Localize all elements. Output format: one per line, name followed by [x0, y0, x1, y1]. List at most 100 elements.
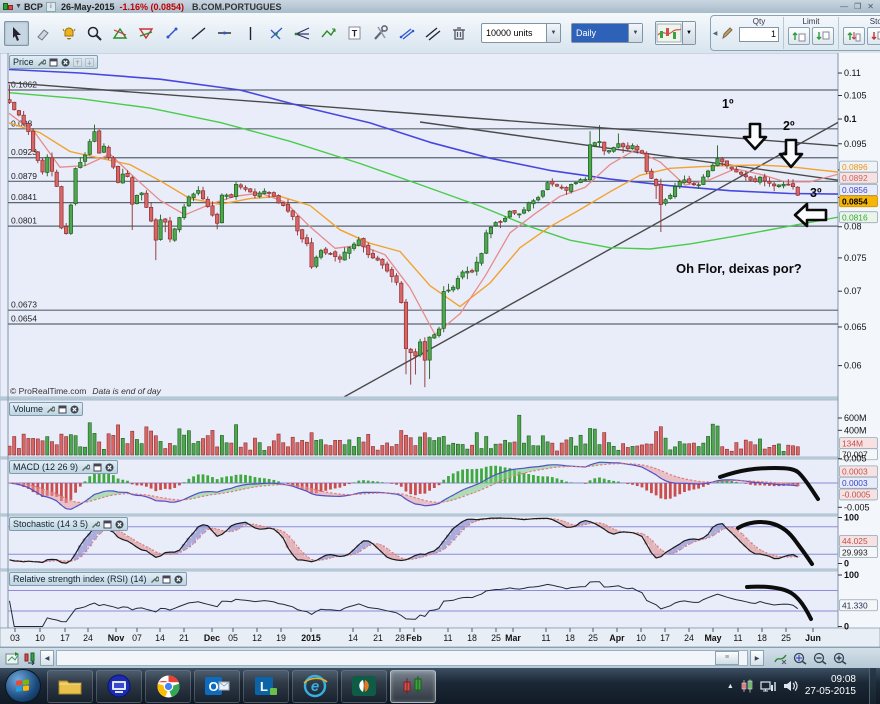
window-icon[interactable] — [103, 520, 112, 529]
start-button[interactable] — [5, 669, 41, 703]
svg-text:21: 21 — [373, 633, 383, 643]
zoom-area-icon — [87, 26, 102, 41]
scroll-right-button[interactable]: ▶ — [750, 650, 764, 666]
tool-pattern-bullish-button[interactable] — [108, 21, 133, 46]
chevron-down-icon[interactable]: ▼ — [546, 24, 560, 42]
close-pane-icon[interactable] — [115, 520, 124, 529]
restore-view-icon[interactable] — [4, 650, 20, 666]
close-pane-icon[interactable] — [70, 405, 79, 414]
svg-text:25: 25 — [781, 633, 791, 643]
taskbar-app-remote-desktop[interactable] — [96, 669, 142, 703]
tool-horizontal-line-button[interactable] — [212, 21, 237, 46]
rsi-pane-tab[interactable]: Relative strength index (RSI) (14) — [9, 572, 187, 586]
collapse-order-panel-icon[interactable]: ◀ — [711, 17, 719, 49]
svg-text:0.075: 0.075 — [844, 253, 867, 263]
close-icon[interactable]: ✕ — [867, 2, 874, 11]
taskbar-app-sage[interactable] — [341, 669, 387, 703]
close-pane-icon[interactable] — [105, 463, 114, 472]
chevron-down-icon[interactable]: ▼ — [682, 22, 695, 44]
tool-zigzag-button[interactable] — [316, 21, 341, 46]
units-combobox[interactable]: 10000 units ▼ — [481, 23, 561, 43]
restore-icon[interactable]: ❐ — [854, 2, 861, 11]
svg-text:0.0816: 0.0816 — [842, 212, 868, 222]
chart-settings-icon[interactable] — [772, 650, 788, 666]
tool-crossing-lines-button[interactable] — [264, 21, 289, 46]
symbol-dropdown-icon[interactable]: ▼ — [15, 3, 22, 10]
tool-zoom-area-button[interactable] — [82, 21, 107, 46]
network-icon[interactable] — [760, 679, 776, 693]
window-icon[interactable] — [93, 463, 102, 472]
qty-label: Qty — [752, 17, 766, 26]
taskbar-clock[interactable]: 09:08 27-05-2015 — [805, 674, 862, 698]
svg-text:e: e — [311, 678, 319, 695]
annotation-text: 3º — [810, 186, 822, 200]
close-pane-icon[interactable] — [61, 58, 70, 67]
taskbar-app-explorer[interactable] — [47, 669, 93, 703]
close-pane-icon[interactable] — [174, 575, 183, 584]
tool-measure-button[interactable] — [394, 21, 419, 46]
window-icon[interactable] — [58, 405, 67, 414]
stochastic-pane-tab[interactable]: Stochastic (14 3 5) — [9, 517, 129, 531]
chart-canvas[interactable]: 0.10620.0980.09230.08790.08410.08010.067… — [0, 53, 880, 647]
stop-buy-button[interactable] — [843, 27, 865, 45]
taskbar-app-chrome[interactable] — [145, 669, 191, 703]
svg-text:14: 14 — [155, 633, 165, 643]
wrench-icon[interactable] — [46, 405, 56, 414]
timeframe-combobox[interactable]: Daily ▼ — [571, 23, 643, 43]
taskbar-app-outlook[interactable]: O — [194, 669, 240, 703]
hidden-icons-button[interactable]: ▲ — [727, 683, 734, 690]
quote-date: 26-May-2015 — [60, 1, 115, 12]
window-icon[interactable] — [49, 58, 58, 67]
scroll-left-button[interactable]: ◀ — [40, 650, 54, 666]
text-note-icon: T — [348, 26, 361, 40]
wrench-icon[interactable] — [81, 463, 91, 472]
window-icon[interactable] — [162, 575, 171, 584]
prorealtime-tray-icon[interactable] — [741, 679, 753, 693]
tool-delete-drawings-button[interactable] — [446, 21, 471, 46]
sell-limit-button[interactable] — [812, 27, 834, 45]
macd-pane-tab[interactable]: MACD (12 26 9) — [9, 460, 119, 474]
tool-select-cursor-button[interactable] — [4, 20, 29, 46]
minimize-icon[interactable]: — — [840, 2, 848, 11]
chevron-down-icon[interactable]: ▼ — [628, 24, 642, 42]
tool-segment-button[interactable] — [160, 21, 185, 46]
tool-trendline-button[interactable] — [186, 21, 211, 46]
tool-pitchfork-button[interactable] — [290, 21, 315, 46]
buy-limit-button[interactable] — [788, 27, 810, 45]
taskbar-app-prorealtime[interactable] — [390, 669, 436, 703]
svg-text:600M: 600M — [844, 413, 867, 423]
move-pane-down-icon[interactable] — [84, 57, 94, 67]
tool-drawing-settings-button[interactable] — [368, 21, 393, 46]
stop-sell-button[interactable] — [867, 27, 880, 45]
zoom-fit-icon[interactable] — [792, 650, 808, 666]
price-pane-tab[interactable]: Price — [9, 55, 98, 69]
qty-input[interactable]: 1 — [739, 27, 779, 42]
zoom-out-icon[interactable] — [812, 650, 828, 666]
svg-text:0.0003: 0.0003 — [842, 478, 868, 488]
taskbar-app-lync[interactable]: L — [243, 669, 289, 703]
volume-icon[interactable] — [783, 679, 798, 693]
windows-logo-icon — [16, 679, 30, 692]
move-pane-up-icon[interactable] — [72, 57, 82, 67]
svg-text:24: 24 — [684, 633, 694, 643]
wrench-icon[interactable] — [91, 520, 101, 529]
info-icon[interactable]: i — [45, 1, 56, 12]
tool-alarm-button[interactable] — [56, 21, 81, 46]
taskbar-app-internet-explorer[interactable]: e — [292, 669, 338, 703]
chart-style-dropdown[interactable]: ▼ — [655, 21, 696, 45]
order-edit-icon[interactable] — [719, 17, 735, 49]
zoom-in-icon[interactable] — [832, 650, 848, 666]
volume-pane-tab[interactable]: Volume — [9, 402, 84, 416]
tool-pattern-bearish-button[interactable] — [134, 21, 159, 46]
time-scrollbar[interactable]: ≡ — [56, 650, 748, 666]
tool-eraser-button[interactable] — [30, 21, 55, 46]
wrench-icon[interactable] — [150, 575, 159, 584]
tool-vertical-line-button[interactable] — [238, 21, 263, 46]
tool-text-note-button[interactable]: T — [342, 21, 367, 46]
candle-zoom-icon[interactable] — [22, 650, 38, 666]
tool-parallel-lines-button[interactable] — [420, 21, 445, 46]
wrench-icon[interactable] — [37, 58, 46, 67]
scrollbar-thumb[interactable]: ≡ — [715, 651, 739, 665]
show-desktop-button[interactable] — [869, 668, 876, 704]
annotation-text: 1º — [722, 97, 734, 111]
